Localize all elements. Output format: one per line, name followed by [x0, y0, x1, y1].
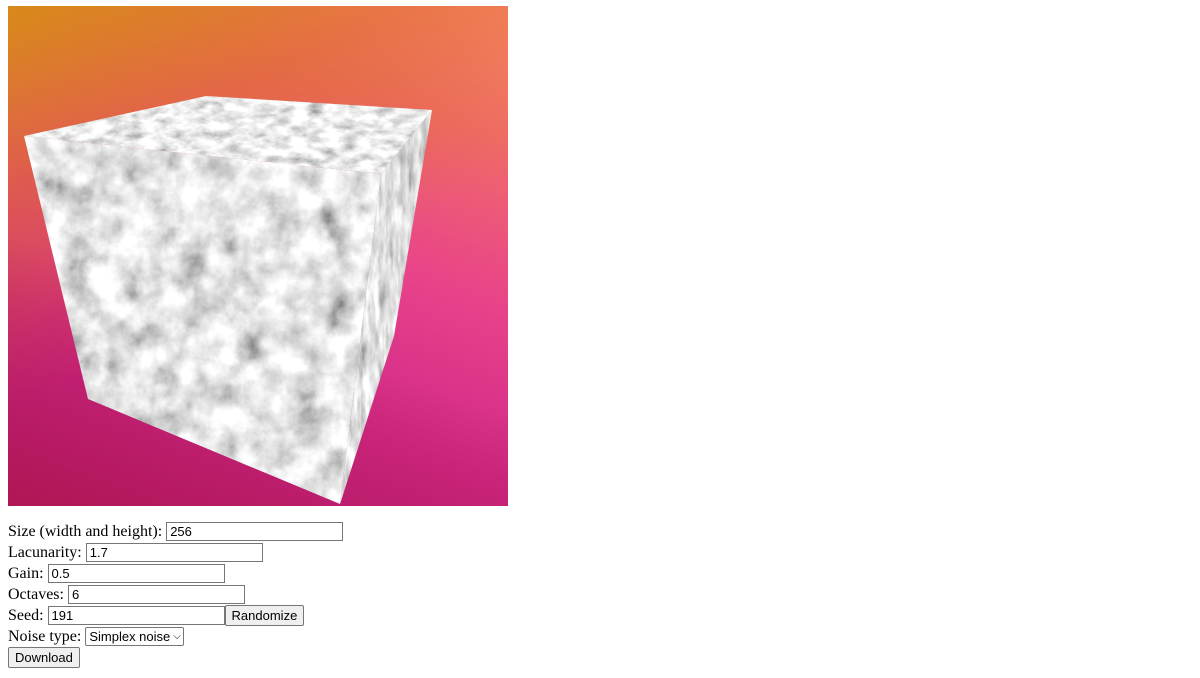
octaves-row: Octaves:: [8, 584, 608, 605]
size-label: Size (width and height):: [8, 523, 163, 540]
size-row: Size (width and height):: [8, 521, 608, 542]
noise-settings-form: Size (width and height): Lacunarity: Gai…: [8, 521, 608, 668]
noise-cube: [24, 96, 432, 504]
gain-row: Gain:: [8, 563, 608, 584]
seed-input[interactable]: [47, 606, 225, 625]
download-button[interactable]: Download: [8, 647, 80, 668]
size-input[interactable]: [166, 522, 344, 541]
chevron-down-icon: ⌵: [173, 631, 181, 642]
lacunarity-input[interactable]: [85, 543, 263, 562]
lacunarity-label: Lacunarity:: [8, 544, 82, 561]
lacunarity-row: Lacunarity:: [8, 542, 608, 563]
download-row: Download: [8, 647, 608, 668]
octaves-label: Octaves:: [8, 586, 64, 603]
gain-label: Gain:: [8, 565, 44, 582]
octaves-input[interactable]: [67, 585, 245, 604]
render-canvas[interactable]: [8, 6, 508, 506]
noise-type-label: Noise type:: [8, 628, 82, 645]
noise-type-select[interactable]: Simplex noise ⌵: [85, 627, 184, 646]
gain-input[interactable]: [47, 564, 225, 583]
noise-type-row: Noise type: Simplex noise ⌵: [8, 626, 608, 647]
seed-row: Seed: Randomize: [8, 605, 608, 626]
seed-label: Seed:: [8, 607, 44, 624]
randomize-button[interactable]: Randomize: [224, 605, 305, 626]
noise-type-selected-value: Simplex noise: [89, 629, 171, 644]
